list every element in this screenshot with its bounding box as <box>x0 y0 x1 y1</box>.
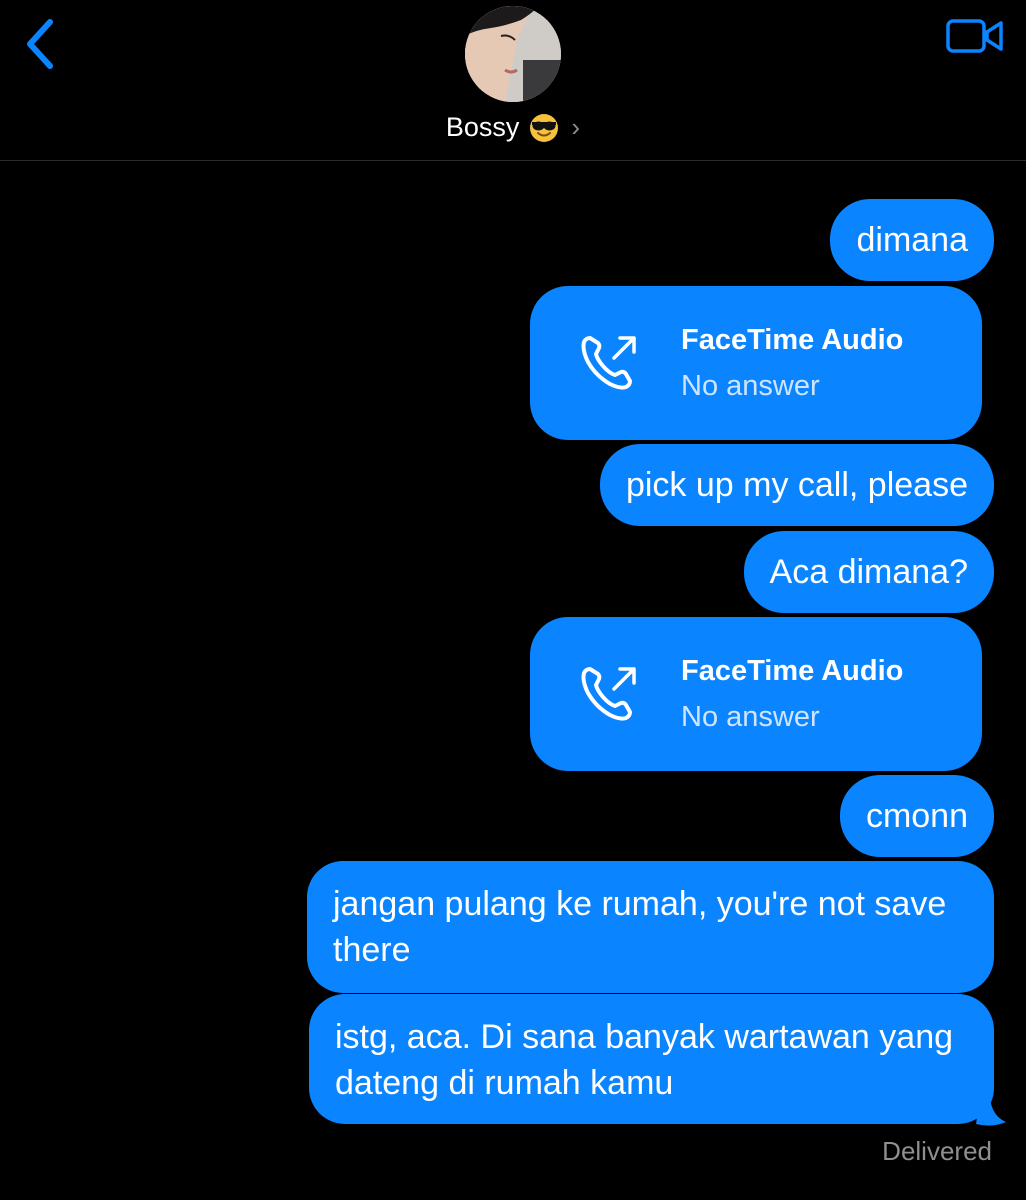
message-text: pick up my call, please <box>625 466 968 504</box>
facetime-call-bubble[interactable]: FaceTime Audio No answer <box>530 286 982 440</box>
message-text: cmonn <box>865 797 968 835</box>
video-call-button[interactable] <box>942 14 1008 58</box>
avatar[interactable] <box>465 6 561 102</box>
call-title: FaceTime Audio <box>681 324 904 356</box>
chevron-left-icon <box>27 19 53 69</box>
conversation-header: Bossy › <box>0 0 1026 161</box>
sunglasses-emoji-icon <box>530 113 559 142</box>
message-bubble[interactable]: pick up my call, please <box>599 444 994 526</box>
conversation-screen: Bossy › dimana FaceTime Audio No answer … <box>0 0 1026 1200</box>
call-status: No answer <box>681 701 820 733</box>
message-text: Aca dimana? <box>769 553 968 591</box>
call-status: No answer <box>681 370 820 402</box>
message-text: istg, aca. Di sana banyak wartawan yang … <box>335 1018 954 1102</box>
video-camera-icon <box>946 19 1003 53</box>
message-text: jangan pulang ke rumah, you're not save … <box>333 885 947 969</box>
outgoing-call-icon <box>581 336 636 390</box>
back-button[interactable] <box>10 14 70 74</box>
chevron-right-icon: › <box>571 112 581 142</box>
message-bubble[interactable]: jangan pulang ke rumah, you're not save … <box>307 861 994 993</box>
bubble-tail <box>976 1098 1006 1126</box>
avatar-photo <box>465 6 561 102</box>
message-bubble[interactable]: Aca dimana? <box>743 531 994 613</box>
message-text: dimana <box>856 221 968 259</box>
message-bubble[interactable]: istg, aca. Di sana banyak wartawan yang … <box>309 994 994 1124</box>
message-bubble[interactable]: cmonn <box>839 775 994 857</box>
contact-name: Bossy <box>445 112 520 142</box>
facetime-call-bubble[interactable]: FaceTime Audio No answer <box>530 617 982 771</box>
message-bubble[interactable]: dimana <box>830 199 994 281</box>
outgoing-call-icon <box>581 667 636 721</box>
contact-name-row[interactable]: Bossy › <box>0 112 1026 143</box>
call-title: FaceTime Audio <box>681 655 904 687</box>
delivered-status: Delivered <box>882 1136 992 1166</box>
